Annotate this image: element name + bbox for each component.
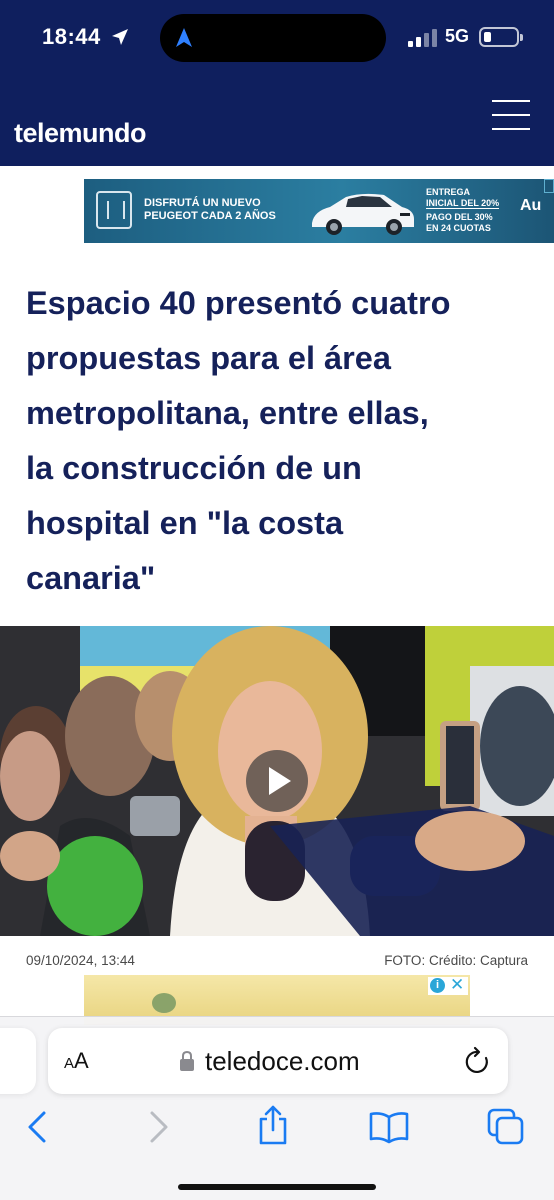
network-type: 5G <box>445 26 470 46</box>
ad-banner[interactable]: DISFRUTÁ UN NUEVO PEUGEOT CADA 2 AÑOS EN… <box>84 179 554 243</box>
ad-headline: DISFRUTÁ UN NUEVO PEUGEOT CADA 2 AÑOS <box>144 197 276 222</box>
play-icon[interactable] <box>246 750 308 812</box>
close-icon[interactable]: ✕ <box>450 975 464 995</box>
previous-tab-address-bar[interactable] <box>0 1028 36 1094</box>
ad-brand-fragment: Au <box>520 197 542 214</box>
hamburger-menu-icon[interactable] <box>492 100 532 134</box>
tabs-icon[interactable] <box>487 1108 525 1146</box>
status-time: 18:44 <box>42 24 101 49</box>
site-logo[interactable]: telemundo <box>14 118 147 149</box>
text-size-button[interactable]: AA <box>64 1048 89 1074</box>
ad-controls[interactable]: i ✕ <box>428 975 468 995</box>
bookmarks-icon[interactable] <box>368 1110 410 1144</box>
forward-icon[interactable] <box>146 1110 172 1144</box>
dynamic-island <box>160 14 386 62</box>
lock-icon <box>180 1050 194 1071</box>
ad-choices-icon[interactable] <box>544 179 554 193</box>
article-headline: Espacio 40 presentó cuatro propuestas pa… <box>26 285 451 596</box>
article-date: 09/10/2024, 13:44 <box>26 953 135 968</box>
url-text[interactable]: teledoce.com <box>205 1046 360 1077</box>
photo-credit: FOTO: Crédito: Captura <box>384 953 528 968</box>
cellular-signal-icon <box>408 29 437 47</box>
location-arrow-icon <box>112 29 128 45</box>
battery-icon <box>479 27 523 47</box>
share-icon[interactable] <box>256 1104 290 1146</box>
navigation-icon <box>176 28 192 47</box>
peugeot-logo-icon <box>96 191 132 229</box>
home-indicator <box>178 1184 376 1190</box>
car-image <box>312 193 414 235</box>
reload-icon[interactable] <box>464 1046 492 1076</box>
back-icon[interactable] <box>24 1110 50 1144</box>
ad-offer: ENTREGA INICIAL DEL 20% PAGO DEL 30% EN … <box>426 187 500 233</box>
info-icon[interactable]: i <box>430 978 445 993</box>
